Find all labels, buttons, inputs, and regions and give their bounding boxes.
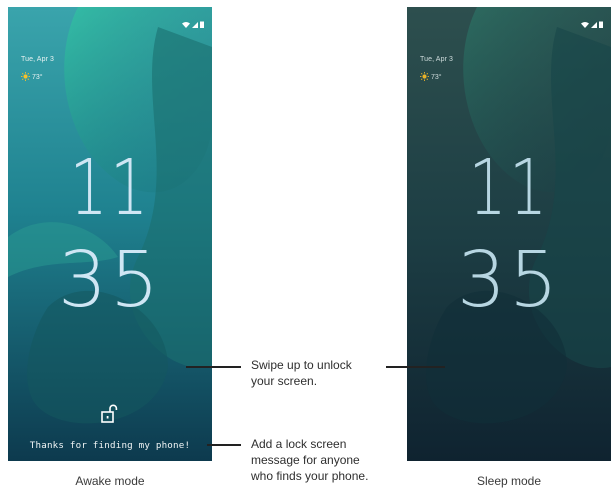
sun-icon bbox=[420, 72, 429, 83]
callout-line-unlock-right bbox=[386, 366, 445, 368]
temperature-label: 73° bbox=[32, 74, 43, 81]
date-label: Tue, Apr 3 bbox=[420, 56, 454, 63]
battery-icon bbox=[599, 15, 603, 33]
unlock-icon[interactable] bbox=[100, 403, 118, 425]
temperature-label: 73° bbox=[431, 74, 442, 81]
caption-awake-mode: Awake mode bbox=[75, 474, 145, 488]
caption-sleep-mode: Sleep mode bbox=[476, 474, 542, 488]
battery-icon bbox=[200, 15, 204, 33]
weather-widget[interactable]: 73° bbox=[420, 72, 442, 83]
callout-unlock-line-1: Swipe up to unlock bbox=[251, 358, 352, 372]
lock-screen-message: Thanks for finding my phone! bbox=[29, 440, 191, 451]
status-bar bbox=[182, 15, 204, 33]
clock-minute: 35 bbox=[457, 236, 561, 325]
weather-widget[interactable]: 73° bbox=[21, 72, 43, 83]
signal-icon bbox=[192, 15, 198, 33]
callout-line-unlock-left bbox=[186, 366, 241, 368]
status-bar bbox=[581, 15, 603, 33]
lock-screen-awake: Tue, Apr 3 73° 11 35 Thanks for finding … bbox=[8, 7, 212, 461]
clock-minute: 35 bbox=[58, 236, 162, 325]
date-label: Tue, Apr 3 bbox=[21, 56, 55, 63]
signal-icon bbox=[591, 15, 597, 33]
clock-hour: 11 bbox=[468, 144, 550, 233]
callout-message-line-2: message for anyone bbox=[251, 453, 360, 467]
callout-message-line-1: Add a lock screen bbox=[251, 437, 347, 451]
wifi-icon bbox=[182, 15, 190, 33]
wifi-icon bbox=[581, 15, 589, 33]
callout-unlock-line-2: your screen. bbox=[251, 374, 318, 388]
callout-message-line-3: who finds your phone. bbox=[251, 469, 369, 483]
callout-unlock-text: Swipe up to unlock your screen. bbox=[251, 357, 352, 389]
clock-hour: 11 bbox=[69, 144, 151, 233]
lock-screen-sleep: Tue, Apr 3 73° 11 35 bbox=[407, 7, 611, 461]
callout-line-message bbox=[207, 444, 241, 446]
sun-icon bbox=[21, 72, 30, 83]
callout-message-text: Add a lock screen message for anyone who… bbox=[251, 436, 368, 484]
